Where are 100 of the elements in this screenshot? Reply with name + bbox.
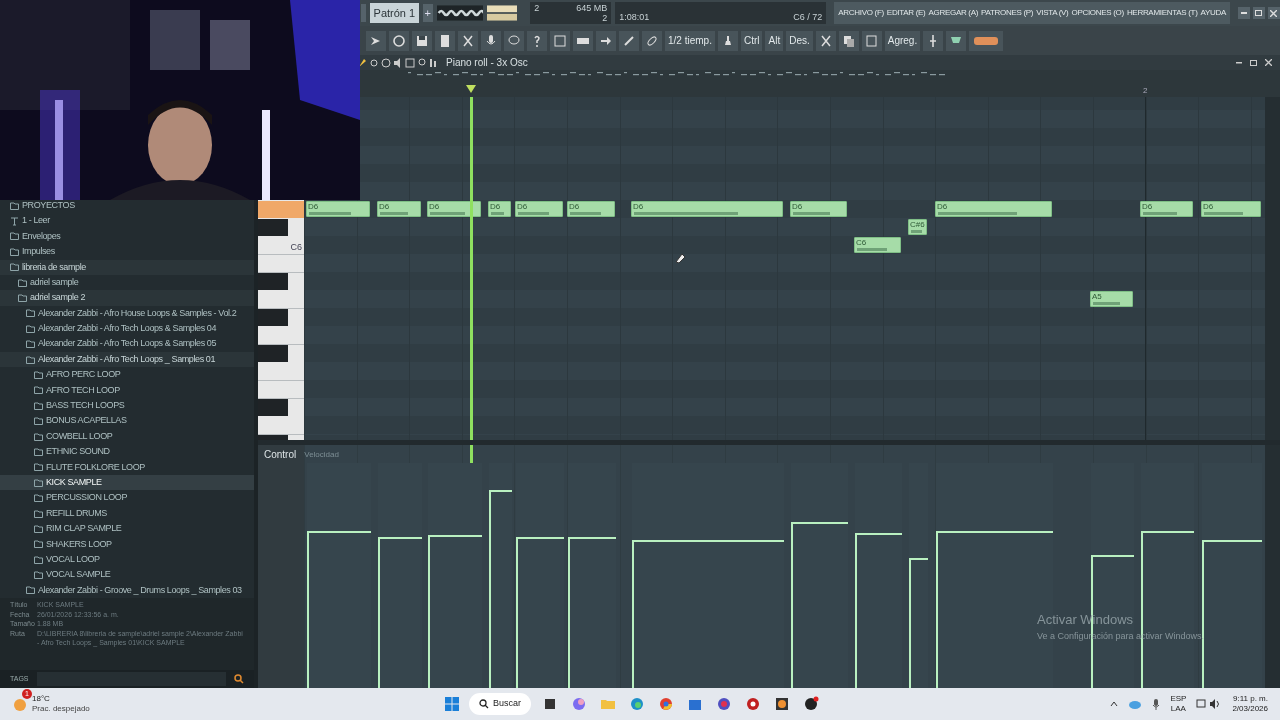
browser-item[interactable]: PERCUSSION LOOP bbox=[0, 490, 254, 506]
note[interactable]: D6 bbox=[790, 201, 847, 217]
browser-item[interactable]: libreria de sample bbox=[0, 259, 254, 275]
microphone-button[interactable] bbox=[481, 30, 501, 51]
note[interactable]: D6 bbox=[935, 201, 1052, 217]
window-icon bbox=[552, 32, 568, 49]
weather-text: Prac. despejado bbox=[32, 704, 90, 714]
menu-item[interactable]: OPCIONES (O) bbox=[1071, 7, 1124, 19]
browser-item[interactable]: Alexander Zabbi - Afro Tech Loops _ Samples 01 bbox=[0, 351, 254, 368]
cut-button[interactable] bbox=[458, 30, 478, 51]
browser-item[interactable]: AFRO TECH LOOP bbox=[0, 382, 254, 399]
browser-item[interactable]: Alexander Zabbi - Groove _ Drums Loops _ Samples 03 bbox=[0, 582, 254, 598]
restore-button[interactable] bbox=[1253, 7, 1265, 19]
browser-item[interactable]: adriel sample 2 bbox=[0, 290, 254, 306]
keyboard-button[interactable] bbox=[573, 30, 593, 51]
note[interactable]: D6 bbox=[567, 201, 615, 217]
browser-item[interactable]: PROYECTOS bbox=[0, 198, 254, 214]
browser-item[interactable]: VOCAL SAMPLE bbox=[0, 567, 254, 583]
add-pattern-button[interactable]: + bbox=[422, 4, 433, 22]
note[interactable]: C6 bbox=[854, 237, 901, 253]
browser-item[interactable]: RIM CLAP SAMPLE bbox=[0, 521, 254, 537]
menu-item[interactable]: PATRONES (P) bbox=[981, 7, 1034, 19]
link-button[interactable] bbox=[642, 30, 662, 51]
record-app-icon bbox=[745, 696, 761, 712]
brush-button[interactable] bbox=[619, 30, 639, 51]
scrollbar[interactable] bbox=[1265, 445, 1280, 688]
polyphony-reading: 2 bbox=[602, 13, 608, 23]
note[interactable]: D6 bbox=[488, 201, 511, 217]
toolbar-button[interactable]: Des. bbox=[786, 30, 813, 51]
browser-item[interactable]: BASS TECH LOOPS bbox=[0, 398, 254, 414]
window-title: Piano roll - 3x Osc bbox=[446, 56, 528, 70]
note-readout: C6 / 72 bbox=[793, 10, 823, 24]
clock[interactable]: 9:11 p. m. 2/03/2026 bbox=[1232, 694, 1268, 714]
text-file-icon bbox=[10, 216, 19, 226]
browser-item[interactable]: BONUS ACAPELLAS bbox=[0, 413, 254, 429]
speech-bubble-button[interactable] bbox=[504, 30, 524, 51]
toolbar-button[interactable]: Agreg. bbox=[884, 30, 921, 51]
copilot-icon bbox=[571, 696, 587, 712]
browser-item[interactable]: VOCAL LOOP bbox=[0, 552, 254, 568]
browser-item[interactable]: Envelopes bbox=[0, 228, 254, 245]
restore-icon bbox=[1250, 59, 1257, 66]
tuning-fork-button[interactable] bbox=[923, 30, 944, 51]
menu-item[interactable]: EDITAR (E) bbox=[886, 7, 926, 19]
control-selector[interactable]: Control bbox=[264, 447, 297, 462]
browser-item[interactable]: 1 - Leer bbox=[0, 213, 254, 229]
browser-item[interactable]: SHAKERS LOOP bbox=[0, 536, 254, 552]
toolbar-button[interactable]: Alt bbox=[765, 30, 784, 51]
window-button[interactable] bbox=[550, 30, 570, 51]
search-icon bbox=[479, 699, 489, 709]
paste-button[interactable] bbox=[861, 30, 882, 51]
search-box[interactable]: Buscar bbox=[469, 693, 531, 715]
help-button[interactable] bbox=[527, 30, 547, 51]
color-selector[interactable] bbox=[969, 30, 1004, 51]
right-arrow-button[interactable] bbox=[596, 30, 616, 51]
scrollbar[interactable] bbox=[1265, 97, 1280, 440]
browser-item[interactable]: adriel sample bbox=[0, 274, 254, 291]
chrome-icon bbox=[658, 696, 674, 712]
browser-item[interactable]: AFRO PERC LOOP bbox=[0, 367, 254, 383]
browser-item[interactable]: Alexander Zabbi - Afro Tech Loops & Samples 04 bbox=[0, 321, 254, 337]
browser-item[interactable]: Impulses bbox=[0, 244, 254, 260]
copy-button[interactable] bbox=[838, 30, 859, 51]
pattern-selector[interactable]: Patrón 1 bbox=[370, 3, 419, 23]
browser-item[interactable]: ETHNIC SOUND bbox=[0, 444, 254, 460]
save-button[interactable] bbox=[412, 30, 432, 51]
swatch-icon bbox=[974, 36, 999, 45]
menu-item[interactable]: HERRAMIENTAS (T) bbox=[1126, 7, 1198, 19]
note[interactable]: D6 bbox=[1201, 201, 1261, 217]
menu-item[interactable]: VISTA (V) bbox=[1036, 7, 1069, 19]
arrow-button[interactable] bbox=[366, 30, 386, 51]
snap-selector[interactable]: 1/2 tiemp. bbox=[665, 30, 715, 51]
note[interactable]: D6 bbox=[427, 201, 481, 217]
cut-button[interactable] bbox=[815, 30, 836, 51]
chevron-up-icon bbox=[1110, 701, 1119, 707]
menu-item[interactable]: AYUDA bbox=[1200, 7, 1226, 19]
microphone-icon bbox=[1152, 698, 1161, 710]
app-icon bbox=[716, 696, 732, 712]
browser-item[interactable]: COWBELL LOOP bbox=[0, 428, 254, 445]
note[interactable]: D6 bbox=[306, 201, 370, 217]
velocity-track[interactable] bbox=[1202, 463, 1262, 688]
note[interactable]: D6 bbox=[515, 201, 563, 217]
browser-item[interactable]: Alexander Zabbi - Afro Tech Loops & Samples 05 bbox=[0, 336, 254, 352]
close-button[interactable] bbox=[1268, 7, 1280, 19]
menu-item[interactable]: AGREGAR (A) bbox=[928, 7, 979, 19]
fruit-app-icon bbox=[774, 696, 790, 712]
note[interactable]: D6 bbox=[1140, 201, 1193, 217]
browser-item[interactable]: KICK SAMPLE bbox=[0, 475, 254, 491]
note[interactable]: D6 bbox=[631, 201, 783, 217]
language-indicator[interactable]: ESP LAA bbox=[1170, 694, 1187, 714]
browser-item[interactable]: REFILL DRUMS bbox=[0, 505, 254, 522]
loop-button[interactable] bbox=[389, 30, 409, 51]
menu-item[interactable]: ARCHIVO (F) bbox=[838, 7, 884, 19]
browser-item[interactable]: FLUTE FOLKLORE LOOP bbox=[0, 459, 254, 476]
browser-item[interactable]: Alexander Zabbi - Afro House Loops & Samples - Vol.2 bbox=[0, 305, 254, 322]
note[interactable]: C#6 bbox=[908, 219, 927, 235]
minimize-button[interactable] bbox=[1238, 7, 1250, 19]
cart-button[interactable] bbox=[946, 30, 967, 51]
toolbar-button[interactable]: Ctrl bbox=[740, 30, 763, 51]
key-label: C6 bbox=[290, 241, 302, 254]
note[interactable]: A5 bbox=[1090, 291, 1133, 307]
note[interactable]: D6 bbox=[377, 201, 421, 217]
